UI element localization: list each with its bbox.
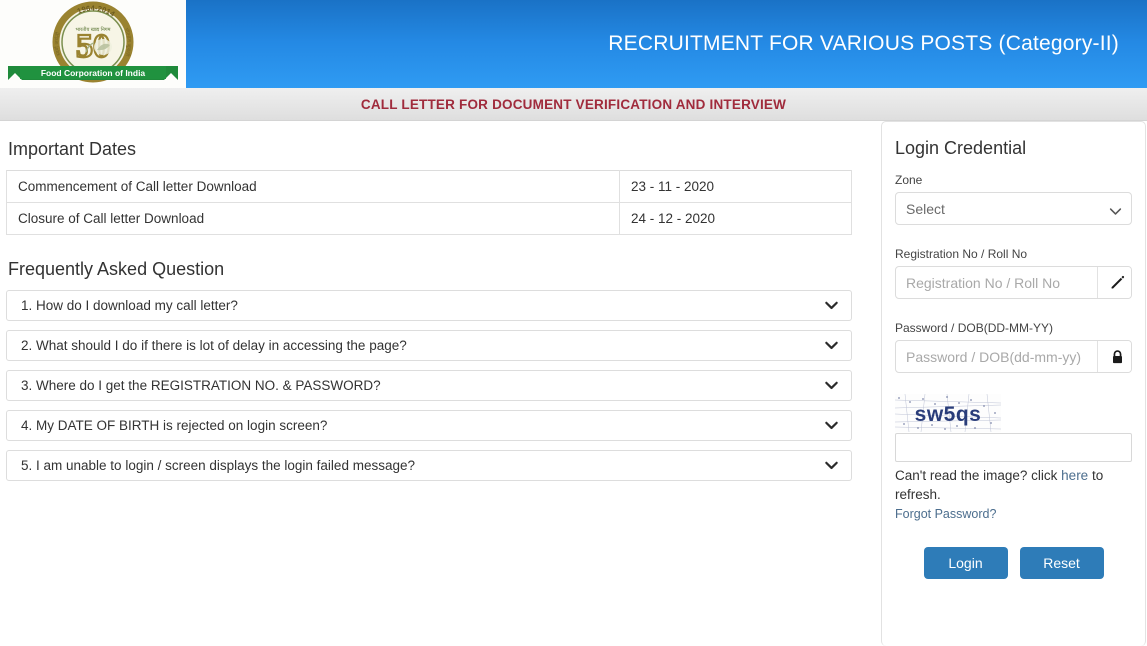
logo-ribbon-text: Food Corporation of India xyxy=(41,68,146,78)
subtitle-bar: CALL LETTER FOR DOCUMENT VERIFICATION AN… xyxy=(0,88,1147,121)
chevron-down-icon[interactable] xyxy=(824,378,839,393)
subtitle-text: CALL LETTER FOR DOCUMENT VERIFICATION AN… xyxy=(360,96,787,112)
registration-label: Registration No / Roll No xyxy=(895,247,1028,261)
faq-question: 5. I am unable to login / screen display… xyxy=(21,458,415,473)
right-column: Login Credential Zone Select Registratio… xyxy=(864,121,1147,646)
faq-question: 2. What should I do if there is lot of d… xyxy=(21,338,407,353)
fci-logo-container: 1964-2014 स्वर्ण जयंती गोल्डन जुबली भारत… xyxy=(0,0,186,88)
captcha-image: sw5qs xyxy=(895,394,1001,432)
forgot-password-link[interactable]: Forgot Password? xyxy=(895,507,996,521)
login-button[interactable]: Login xyxy=(923,547,1008,579)
faq-question: 4. My DATE OF BIRTH is rejected on login… xyxy=(21,418,328,433)
pencil-icon[interactable] xyxy=(1097,267,1131,298)
login-button-row: Login Reset xyxy=(895,547,1132,579)
captcha-note-before: Can't read the image? click xyxy=(895,468,1062,483)
important-dates-heading: Important Dates xyxy=(8,139,137,159)
faq-item-5[interactable]: 5. I am unable to login / screen display… xyxy=(6,450,852,481)
date-value: 23 - 11 - 2020 xyxy=(619,170,852,203)
faq-item-3[interactable]: 3. Where do I get the REGISTRATION NO. &… xyxy=(6,370,852,401)
chevron-down-icon[interactable] xyxy=(824,338,839,353)
chevron-down-icon[interactable] xyxy=(824,298,839,313)
captcha-text: sw5qs xyxy=(915,403,982,426)
captcha-refresh-note: Can't read the image? click here to refr… xyxy=(895,466,1132,504)
chevron-down-icon[interactable] xyxy=(824,418,839,433)
registration-input-group[interactable] xyxy=(895,266,1132,299)
faq-question: 3. Where do I get the REGISTRATION NO. &… xyxy=(21,378,381,393)
faq-item-4[interactable]: 4. My DATE OF BIRTH is rejected on login… xyxy=(6,410,852,441)
captcha-input[interactable] xyxy=(895,433,1132,462)
password-input-group[interactable] xyxy=(895,340,1132,373)
login-panel-title: Login Credential xyxy=(895,138,1027,158)
table-row: Closure of Call letter Download 24 - 12 … xyxy=(6,202,852,235)
left-content-column: Important Dates Commencement of Call let… xyxy=(0,121,864,490)
zone-label: Zone xyxy=(895,173,923,187)
zone-select[interactable]: Select xyxy=(895,192,1132,225)
registration-input[interactable] xyxy=(896,267,1097,298)
refresh-captcha-link[interactable]: here xyxy=(1061,468,1088,483)
fci-50-years-logo: 1964-2014 स्वर्ण जयंती गोल्डन जुबली भारत… xyxy=(0,0,186,88)
faq-heading: Frequently Asked Question xyxy=(8,259,225,279)
faq-item-2[interactable]: 2. What should I do if there is lot of d… xyxy=(6,330,852,361)
chevron-down-icon[interactable] xyxy=(824,458,839,473)
faq-question: 1. How do I download my call letter? xyxy=(21,298,238,313)
reset-button[interactable]: Reset xyxy=(1019,547,1104,579)
faq-item-1[interactable]: 1. How do I download my call letter? xyxy=(6,290,852,321)
important-dates-table: Commencement of Call letter Download 23 … xyxy=(6,170,852,235)
date-label: Commencement of Call letter Download xyxy=(6,170,620,203)
login-panel: Login Credential Zone Select Registratio… xyxy=(881,121,1146,646)
password-input[interactable] xyxy=(896,341,1097,372)
table-row: Commencement of Call letter Download 23 … xyxy=(6,170,852,203)
date-label: Closure of Call letter Download xyxy=(6,202,620,235)
captcha-block: sw5qs xyxy=(895,394,1132,462)
page-body: Important Dates Commencement of Call let… xyxy=(0,121,1147,646)
zone-select-wrapper[interactable]: Select xyxy=(895,192,1132,225)
password-label: Password / DOB(DD-MM-YY) xyxy=(895,321,1054,335)
header-title-container: RECRUITMENT FOR VARIOUS POSTS (Category-… xyxy=(186,32,1147,56)
page-title: RECRUITMENT FOR VARIOUS POSTS (Category-… xyxy=(608,32,1119,55)
lock-icon[interactable] xyxy=(1097,341,1131,372)
page-header: 1964-2014 स्वर्ण जयंती गोल्डन जुबली भारत… xyxy=(0,0,1147,88)
date-value: 24 - 12 - 2020 xyxy=(619,202,852,235)
